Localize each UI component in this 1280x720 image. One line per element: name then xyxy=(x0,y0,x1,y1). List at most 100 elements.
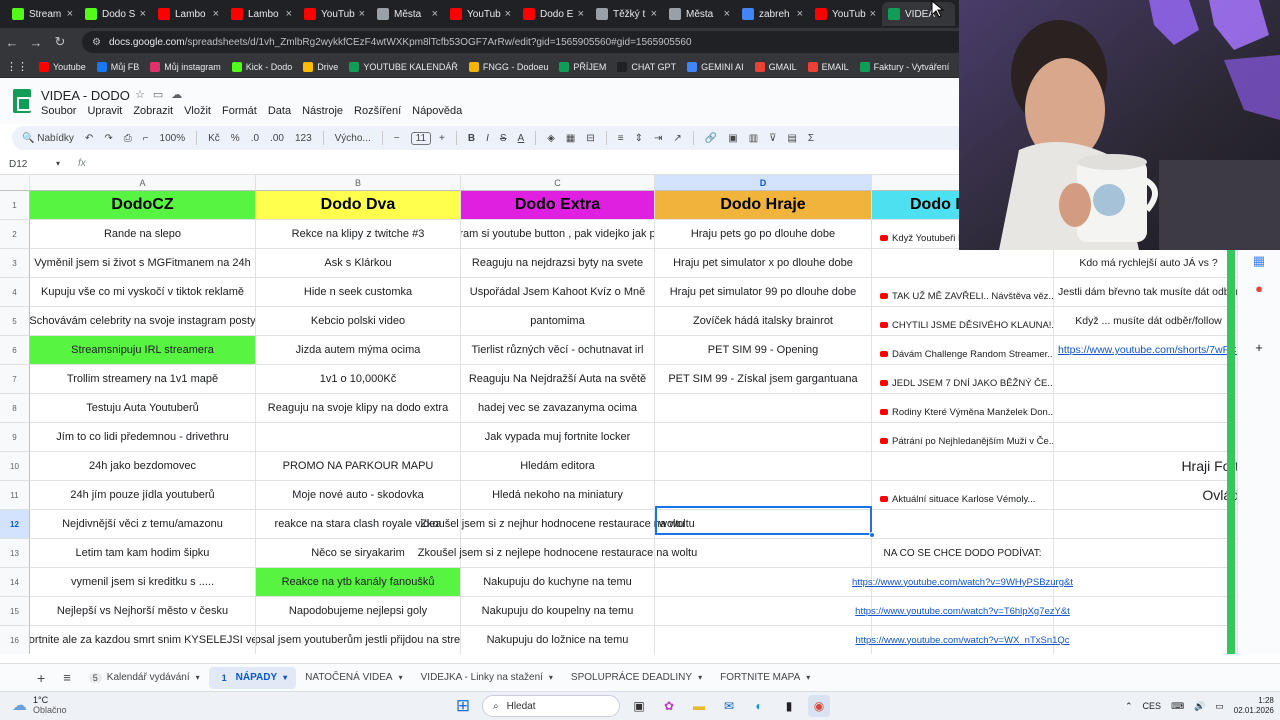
grid-cell[interactable] xyxy=(655,423,872,452)
sheet-tab[interactable]: 1 NÁPADY ▾ xyxy=(208,666,297,689)
print-icon[interactable]: ⎙ xyxy=(124,133,132,144)
grid-cell[interactable] xyxy=(872,510,1054,539)
sheet-tab[interactable]: SPOLUPRÁCE DEADLINY ▾ xyxy=(562,667,711,689)
browser-tab[interactable]: Těžký t × xyxy=(590,2,663,26)
all-sheets-icon[interactable]: ≡ xyxy=(54,667,80,689)
file-explorer-icon[interactable]: ▬ xyxy=(688,695,710,717)
decrease-decimal-button[interactable]: .0 xyxy=(251,133,259,144)
zoom-select[interactable]: 100% xyxy=(160,133,186,144)
grid-cell[interactable]: Hide n seek customka xyxy=(256,278,461,307)
add-addon-icon[interactable]: + xyxy=(1252,341,1266,355)
bookmark-item[interactable]: Drive xyxy=(303,61,338,72)
chevron-down-icon[interactable]: ▾ xyxy=(698,673,702,682)
grid-cell[interactable]: Moje nové auto - skodovka xyxy=(256,481,461,510)
youtube-smart-chip[interactable]: Dávám Challenge Random Streamer... xyxy=(872,341,1053,360)
close-tab-icon[interactable]: × xyxy=(359,8,365,20)
grid-cell[interactable]: Ask s Klárkou xyxy=(256,249,461,278)
font-select[interactable]: Výcho... xyxy=(335,133,371,144)
taskbar-search[interactable]: ⌕ Hledat xyxy=(482,695,620,717)
name-box-dropdown-icon[interactable]: ▾ xyxy=(56,159,60,168)
browser-tab[interactable]: Stream × xyxy=(6,2,79,26)
browser-tab[interactable]: Města × xyxy=(663,2,736,26)
bookmark-item[interactable]: Kick - Dodo xyxy=(231,61,292,72)
grid-cell[interactable]: PET SIM 99 - Získal jsem gargantuana xyxy=(655,365,872,394)
merge-cells-icon[interactable]: ⊟ xyxy=(586,133,594,144)
bookmark-item[interactable]: PŘÍJEM xyxy=(559,61,606,72)
grid-cell[interactable] xyxy=(1054,394,1237,423)
close-tab-icon[interactable]: × xyxy=(140,8,146,20)
text-color-icon[interactable]: A xyxy=(518,133,525,144)
video-link[interactable]: https://www.youtube.com/watch?v=WX_nTxSn… xyxy=(855,635,1069,646)
close-tab-icon[interactable]: × xyxy=(286,8,292,20)
grid-cell[interactable]: Kupuju vše co mi vyskočí v tiktok reklam… xyxy=(30,278,256,307)
channel-header-cell[interactable]: Dodo Hraje xyxy=(655,191,872,220)
number-format-button[interactable]: 123 xyxy=(295,133,312,144)
fill-handle[interactable] xyxy=(869,532,875,538)
sheet-tab[interactable]: FORTNITE MAPA ▾ xyxy=(711,667,819,689)
row-header[interactable]: 11 xyxy=(0,481,30,510)
grid-cell[interactable]: https://www.youtube.com/watch?v=WX_nTxSn… xyxy=(855,626,1070,654)
grid-cell[interactable]: Aktuální situace Karlose Vémoly... xyxy=(872,481,1054,510)
youtube-smart-chip[interactable]: Aktuální situace Karlose Vémoly... xyxy=(872,486,1053,505)
text-wrap-icon[interactable]: ⇥ xyxy=(654,133,662,144)
grid-cell[interactable]: Vyměnil jsem si život s MGFitmanem na 24… xyxy=(30,249,256,278)
youtube-smart-chip[interactable]: TAK UŽ MĚ ZAVŘELI.. Návštěva věz... xyxy=(872,283,1053,302)
bookmark-item[interactable]: YOUTUBE KALENDÁŘ xyxy=(349,61,458,72)
grid-cell[interactable]: Streamsnipuju IRL streamera xyxy=(30,336,256,365)
grid-cell[interactable]: Reaguju na nejdrazsi byty na svete xyxy=(461,249,655,278)
filter-icon[interactable]: ⊽ xyxy=(769,133,776,144)
borders-icon[interactable]: ▦ xyxy=(566,133,575,144)
sheets-logo-icon[interactable] xyxy=(13,89,31,113)
row-header[interactable]: 15 xyxy=(0,597,30,626)
font-size-increase-icon[interactable]: + xyxy=(439,133,445,144)
grid-cell[interactable]: Nakupuju do kuchyne na temu xyxy=(461,568,655,597)
add-sheet-icon[interactable]: + xyxy=(28,667,54,689)
grid-cell[interactable] xyxy=(1054,365,1237,394)
channel-header-cell[interactable]: DodoCZ xyxy=(30,191,256,220)
sheet-tab[interactable]: 5 Kalendář vydávání ▾ xyxy=(80,667,209,689)
browser-tab[interactable]: YouTub × xyxy=(444,2,517,26)
grid-cell[interactable]: https://www.youtube.com/watch?v=9WHyPSBz… xyxy=(852,568,1073,597)
browser-tab[interactable]: Dodo E × xyxy=(517,2,590,26)
grid-cell[interactable] xyxy=(655,394,872,423)
forward-icon[interactable]: → xyxy=(24,35,48,50)
row-header[interactable]: 1 xyxy=(0,191,30,220)
grid-cell[interactable]: hadej vec se zavazanyma ocima xyxy=(461,394,655,423)
task-view-icon[interactable]: ▣ xyxy=(628,695,650,717)
increase-decimal-button[interactable]: .00 xyxy=(270,133,284,144)
grid-cell[interactable]: PET SIM 99 - Opening xyxy=(655,336,872,365)
youtube-smart-chip[interactable]: Rodiny Které Výměna Manželek Don... xyxy=(872,399,1053,418)
menu-search[interactable]: 🔍 Nabídky xyxy=(22,133,74,144)
column-header[interactable]: C xyxy=(461,175,655,191)
bookmark-item[interactable]: FNGG - Dodoeu xyxy=(468,61,548,72)
row-header[interactable]: 4 xyxy=(0,278,30,307)
grid-cell[interactable] xyxy=(655,568,872,597)
grid-cell[interactable]: Tierlist různých věcí - ochutnavat irl xyxy=(461,336,655,365)
bookmark-item[interactable]: CHAT GPT xyxy=(617,61,676,72)
grid-cell[interactable]: Nejlepší vs Nejhorší město v česku xyxy=(30,597,256,626)
battery-icon[interactable]: ▭ xyxy=(1215,701,1224,712)
menu-item[interactable]: Soubor xyxy=(41,105,76,117)
browser-tab[interactable]: YouTub × xyxy=(809,2,882,26)
close-tab-icon[interactable]: × xyxy=(578,8,584,20)
chevron-down-icon[interactable]: ▾ xyxy=(549,673,553,682)
grid-cell[interactable]: Jestli dám břevno tak musíte dát odběr xyxy=(1054,278,1237,307)
browser-tab[interactable]: zabreh × xyxy=(736,2,809,26)
maps-icon[interactable]: ● xyxy=(1252,282,1266,296)
grid-cell[interactable]: 24h jako bezdomovec xyxy=(30,452,256,481)
row-header[interactable]: 10 xyxy=(0,452,30,481)
youtube-smart-chip[interactable]: JEDL JSEM 7 DNÍ JAKO BĚŽNÝ ČE... xyxy=(872,370,1053,389)
bold-icon[interactable]: B xyxy=(468,133,475,144)
grid-cell[interactable]: woltu xyxy=(655,510,872,539)
reload-icon[interactable]: ↻ xyxy=(48,34,72,50)
chevron-down-icon[interactable]: ▾ xyxy=(196,673,200,682)
bookmark-item[interactable]: Youtube xyxy=(39,61,86,72)
copilot-icon[interactable]: ✿ xyxy=(658,695,680,717)
youtube-smart-chip[interactable]: Pátrání po Nejhledanějším Muži v Če... xyxy=(872,428,1053,447)
font-size-input[interactable]: 11 xyxy=(410,131,432,145)
bookmark-item[interactable]: EMAIL xyxy=(807,61,849,72)
grid-cell[interactable]: Uspořádal Jsem Kahoot Kvíz o Mně xyxy=(461,278,655,307)
browser-tab[interactable]: Lambo × xyxy=(225,2,298,26)
grid-cell[interactable]: 1v1 o 10,000Kč xyxy=(256,365,461,394)
bookmark-item[interactable]: GMAIL xyxy=(754,61,797,72)
